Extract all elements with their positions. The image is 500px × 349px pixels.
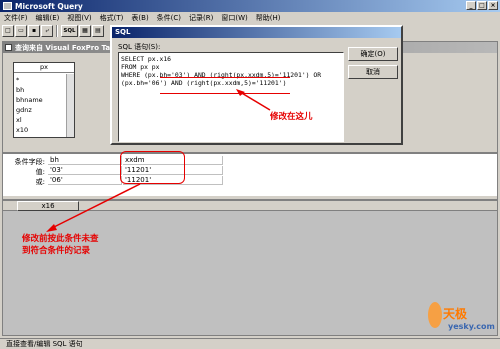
yesky-logo bbox=[428, 302, 442, 328]
menu-view[interactable]: 视图(V) bbox=[63, 13, 95, 23]
criteria-field-label: 条件字段: bbox=[14, 158, 45, 166]
status-bar: 直接查看/编辑 SQL 语句 bbox=[0, 338, 500, 349]
watermark-brand: 天极 bbox=[443, 307, 468, 321]
show-tables-icon[interactable]: ▦ bbox=[79, 25, 91, 37]
menu-criteria[interactable]: 条件(C) bbox=[153, 13, 185, 23]
sql-note: 修改在这儿 bbox=[270, 112, 313, 122]
field-list: * bh bhname gdnz xl x10 bbox=[16, 75, 64, 135]
criteria-or-label: 或: bbox=[35, 178, 45, 186]
menu-records[interactable]: 记录(R) bbox=[185, 13, 217, 23]
field-item[interactable]: bh bbox=[16, 85, 64, 95]
save-icon[interactable]: ▪ bbox=[28, 25, 40, 37]
sql-underline bbox=[160, 75, 290, 78]
menu-edit[interactable]: 编辑(E) bbox=[32, 13, 64, 23]
close-button[interactable]: × bbox=[488, 1, 498, 10]
field-item[interactable]: x10 bbox=[16, 125, 64, 135]
new-query-icon[interactable]: □ bbox=[2, 25, 14, 37]
open-query-icon[interactable]: ▭ bbox=[15, 25, 27, 37]
return-data-icon[interactable]: ⤶ bbox=[41, 25, 53, 37]
menu-file[interactable]: 文件(F) bbox=[0, 13, 32, 23]
criteria-field-cell[interactable]: bh bbox=[48, 156, 122, 165]
field-item[interactable]: gdnz bbox=[16, 105, 64, 115]
query-window-icon bbox=[5, 44, 12, 51]
table-name: px bbox=[14, 63, 74, 73]
app-icon bbox=[3, 2, 12, 10]
app-title-bar: Microsoft Query _ □ × bbox=[0, 0, 500, 12]
app-title: Microsoft Query bbox=[15, 1, 83, 11]
field-item[interactable]: bhname bbox=[16, 95, 64, 105]
field-list-scrollbar[interactable] bbox=[66, 74, 74, 137]
toolbar-separator bbox=[56, 25, 58, 37]
status-text: 直接查看/编辑 SQL 语句 bbox=[6, 340, 83, 348]
criteria-note-line1: 修改前按此条件未查 bbox=[22, 234, 99, 244]
menu-window[interactable]: 窗口(W) bbox=[217, 13, 251, 23]
criteria-note-arrow bbox=[46, 183, 141, 232]
sql-dialog-title: SQL bbox=[112, 27, 401, 38]
query-window-title: 查询来自 Visual FoxPro Ta bbox=[15, 43, 111, 52]
ok-button[interactable]: 确定(O) bbox=[348, 47, 398, 61]
sql-statement-label: SQL 语句(S): bbox=[118, 43, 161, 51]
field-item[interactable]: * bbox=[16, 75, 64, 85]
field-item[interactable]: xl bbox=[16, 115, 64, 125]
show-criteria-icon[interactable]: ▤ bbox=[92, 25, 104, 37]
menu-bar: 文件(F) 编辑(E) 视图(V) 格式(T) 表(B) 条件(C) 记录(R)… bbox=[0, 12, 500, 23]
criteria-value-label: 值: bbox=[35, 168, 45, 176]
sql-button[interactable]: SQL bbox=[61, 25, 78, 37]
cancel-button[interactable]: 取消 bbox=[348, 65, 398, 79]
table-field-list[interactable]: px * bh bhname gdnz xl x10 bbox=[13, 62, 75, 138]
menu-format[interactable]: 格式(T) bbox=[96, 13, 128, 23]
menu-table[interactable]: 表(B) bbox=[127, 13, 152, 23]
criteria-note-line2: 到符合条件的记录 bbox=[22, 246, 91, 256]
watermark-site: yesky.com bbox=[448, 322, 495, 331]
menu-help[interactable]: 帮助(H) bbox=[252, 13, 285, 23]
criteria-value-cell[interactable]: '03' bbox=[48, 166, 122, 175]
maximize-button[interactable]: □ bbox=[477, 1, 487, 10]
minimize-button[interactable]: _ bbox=[466, 1, 476, 10]
